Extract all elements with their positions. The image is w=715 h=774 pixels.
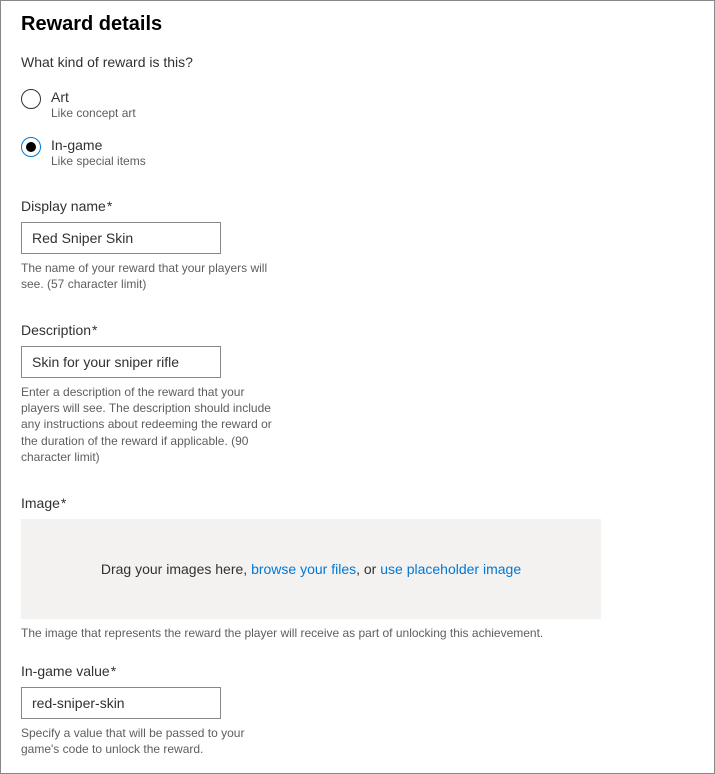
display-name-field: Display name The name of your reward tha…	[21, 198, 694, 292]
ingame-value-field: In-game value Specify a value that will …	[21, 663, 694, 757]
browse-files-link[interactable]: browse your files	[251, 561, 356, 577]
radio-label-art: Art	[51, 88, 136, 106]
radio-option-art[interactable]: Art Like concept art	[21, 88, 694, 122]
dropzone-text-mid: , or	[356, 561, 380, 577]
reward-kind-question: What kind of reward is this?	[21, 54, 694, 70]
description-input[interactable]	[21, 346, 221, 378]
radio-sublabel-ingame: Like special items	[51, 154, 146, 170]
dropzone-text-prefix: Drag your images here,	[101, 561, 251, 577]
description-field: Description Enter a description of the r…	[21, 322, 694, 465]
display-name-input[interactable]	[21, 222, 221, 254]
image-dropzone[interactable]: Drag your images here, browse your files…	[21, 519, 601, 619]
radio-label-ingame: In-game	[51, 136, 146, 154]
radio-circle-icon	[21, 89, 41, 109]
reward-kind-radio-group: Art Like concept art In-game Like specia…	[21, 88, 694, 170]
radio-text: Art Like concept art	[51, 88, 136, 122]
radio-option-ingame[interactable]: In-game Like special items	[21, 136, 694, 170]
ingame-value-help: Specify a value that will be passed to y…	[21, 725, 276, 757]
radio-sublabel-art: Like concept art	[51, 106, 136, 122]
display-name-help: The name of your reward that your player…	[21, 260, 276, 292]
image-label: Image	[21, 495, 694, 511]
image-help: The image that represents the reward the…	[21, 625, 694, 641]
section-title: Reward details	[21, 13, 694, 36]
description-label: Description	[21, 322, 694, 338]
placeholder-image-link[interactable]: use placeholder image	[380, 561, 521, 577]
ingame-value-label: In-game value	[21, 663, 694, 679]
radio-circle-icon	[21, 137, 41, 157]
radio-text: In-game Like special items	[51, 136, 146, 170]
reward-details-panel: Reward details What kind of reward is th…	[0, 0, 715, 774]
display-name-label: Display name	[21, 198, 694, 214]
ingame-value-input[interactable]	[21, 687, 221, 719]
description-help: Enter a description of the reward that y…	[21, 384, 276, 465]
image-field: Image Drag your images here, browse your…	[21, 495, 694, 641]
